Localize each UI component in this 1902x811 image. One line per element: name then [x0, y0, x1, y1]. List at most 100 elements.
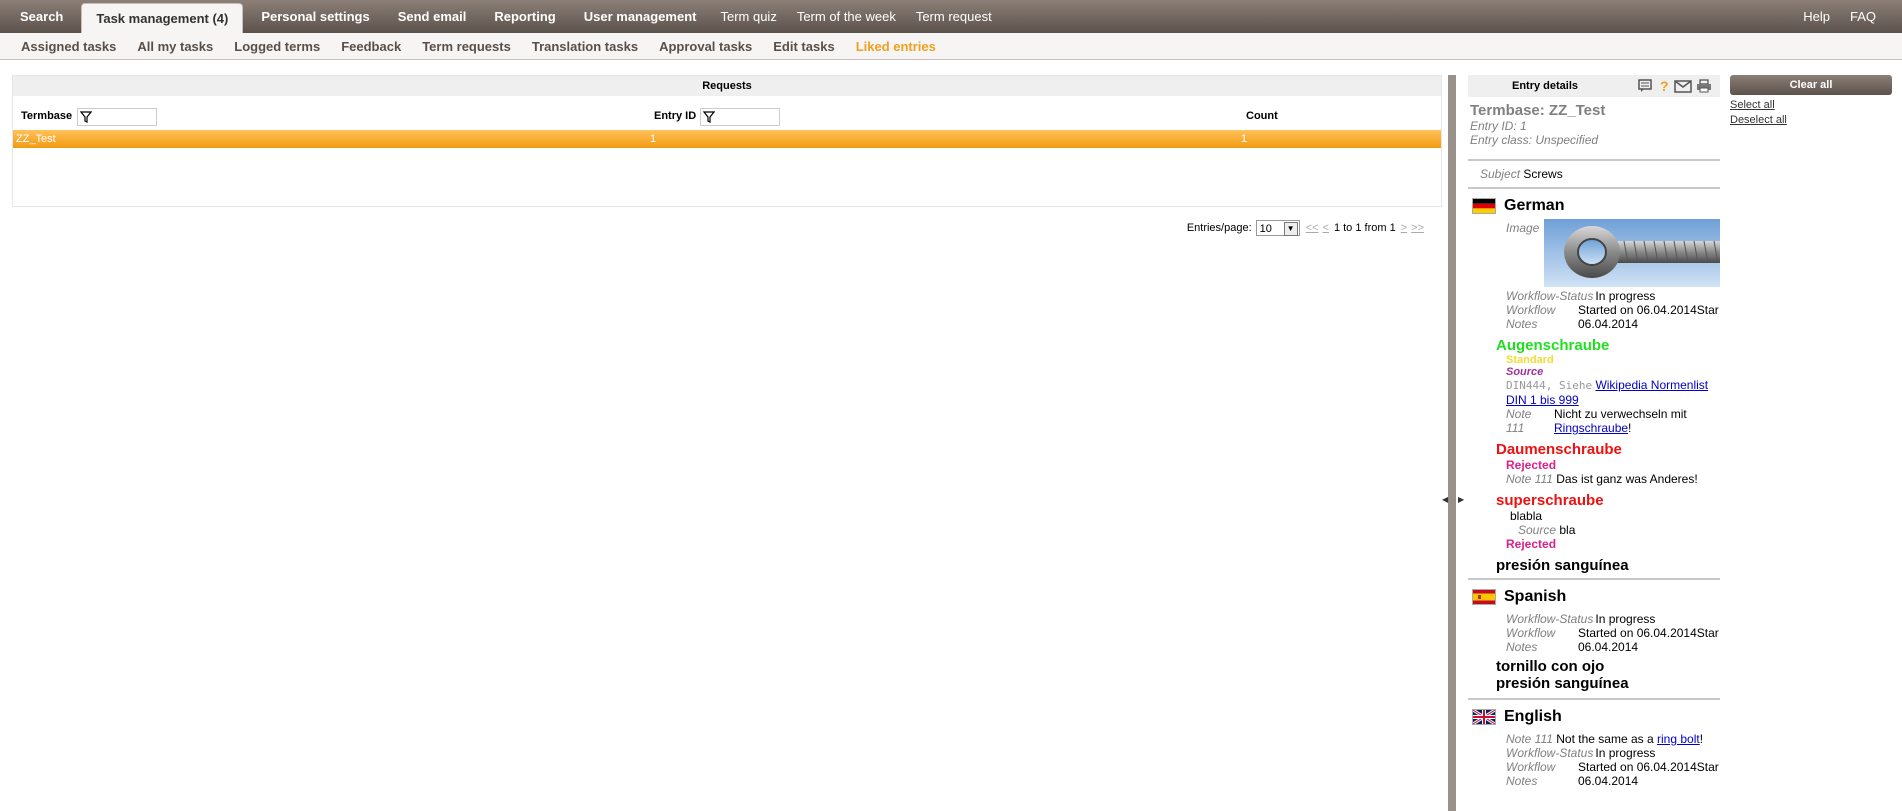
workflow-label: Workflow — [1506, 303, 1556, 317]
note-value: Das ist ganz was Anderes! — [1556, 472, 1698, 486]
subject-line: Subject Screws — [1468, 167, 1720, 181]
select-all-link[interactable]: Select all — [1730, 99, 1775, 111]
link-term-quiz[interactable]: Term quiz — [710, 0, 786, 33]
wikipedia-link[interactable]: Wikipedia Normenlist — [1595, 378, 1708, 392]
entry-id-filter-input[interactable] — [700, 108, 780, 126]
subtab-edit-tasks[interactable]: Edit tasks — [762, 39, 844, 54]
note-value: Not the same as a — [1556, 732, 1654, 746]
link-faq[interactable]: FAQ — [1840, 0, 1902, 33]
collapse-right-icon[interactable]: ▶ — [1458, 495, 1464, 504]
workflow-label: Workflow — [1506, 626, 1556, 640]
term-tornillo-con-ojo[interactable]: tornillo con ojo — [1468, 658, 1720, 675]
ring-bolt-link[interactable]: ring bolt — [1657, 732, 1700, 746]
clear-all-button[interactable]: Clear all — [1730, 75, 1892, 95]
tab-user-management[interactable]: User management — [570, 0, 711, 33]
term-presion-sanguinea[interactable]: presión sanguínea — [1468, 675, 1720, 692]
divider — [1468, 698, 1720, 700]
workflow-status-label: Workflow-Status — [1506, 612, 1594, 626]
link-term-request[interactable]: Term request — [906, 0, 1002, 33]
workflow-status-value: In progress — [1595, 289, 1656, 303]
subtab-approval-tasks[interactable]: Approval tasks — [648, 39, 762, 54]
spanish-flag-icon — [1472, 589, 1496, 605]
term-superschraube[interactable]: superschraube — [1468, 492, 1720, 509]
svg-text:?: ? — [1660, 79, 1669, 93]
subtab-translation-tasks[interactable]: Translation tasks — [521, 39, 648, 54]
note-line: Note Nicht zu verwechseln mit — [1468, 407, 1720, 421]
source-line-2: DIN 1 bis 999 — [1468, 393, 1720, 407]
workflow-value: Started on 06.04.2014Star — [1578, 303, 1719, 317]
english-flag-icon — [1472, 709, 1496, 725]
link-term-of-the-week[interactable]: Term of the week — [787, 0, 906, 33]
image-row: Image — [1468, 219, 1720, 289]
language-english: English — [1468, 708, 1720, 726]
notes-label: Notes — [1506, 317, 1538, 331]
note-value: Nicht zu verwechseln mit — [1554, 407, 1687, 421]
termbase-name: Termbase: ZZ_Test — [1470, 102, 1606, 119]
source-label: Source — [1518, 523, 1557, 537]
first-page-link[interactable]: << — [1306, 222, 1319, 234]
term-daumenschraube[interactable]: Daumenschraube — [1468, 441, 1720, 458]
filter-icon[interactable] — [80, 111, 92, 123]
tab-search[interactable]: Search — [0, 0, 77, 33]
ringschraube-link[interactable]: Ringschraube — [1554, 421, 1628, 435]
requests-header-row: Termbase Entry ID Count — [13, 96, 1441, 126]
workflow-label: Workflow — [1506, 760, 1556, 774]
notes-line: Notes 06.04.2014 — [1468, 774, 1720, 788]
print-icon[interactable] — [1696, 79, 1712, 93]
next-page-link[interactable]: > — [1401, 222, 1407, 234]
din-link[interactable]: DIN 1 bis 999 — [1506, 393, 1579, 407]
chevron-down-icon[interactable]: ▼ — [1283, 222, 1298, 236]
email-icon[interactable] — [1674, 79, 1692, 93]
notes-value: 06.04.2014 — [1578, 774, 1639, 788]
term-augenschraube[interactable]: Augenschraube — [1468, 337, 1720, 354]
tab-task-management[interactable]: Task management (4) — [81, 3, 244, 33]
german-flag-icon — [1472, 198, 1496, 214]
filter-icon[interactable] — [703, 111, 715, 123]
workflow-status-line: Workflow-Status In progress — [1468, 612, 1720, 626]
eye-bolt-image — [1544, 219, 1720, 287]
collapse-left-icon[interactable]: ◀ — [1442, 495, 1448, 504]
note-end: ! — [1699, 732, 1704, 746]
subject-label: Subject — [1480, 167, 1521, 181]
subtab-assigned-tasks[interactable]: Assigned tasks — [0, 39, 126, 54]
panel-splitter[interactable]: ◀ ▶ — [1442, 75, 1464, 811]
last-page-link[interactable]: >> — [1411, 222, 1424, 234]
entry-details-panel: Entry details ? Termbase: ZZ_Test Entry … — [1468, 75, 1720, 811]
source-text: DIN444, Siehe — [1506, 379, 1593, 392]
comment-icon[interactable] — [1638, 79, 1654, 93]
notes-line: Notes 06.04.2014 — [1468, 640, 1720, 654]
note-line-2: 111 Ringschraube! — [1468, 421, 1720, 435]
tab-send-email[interactable]: Send email — [384, 0, 481, 33]
tab-personal-settings[interactable]: Personal settings — [247, 0, 383, 33]
note-number: 111 — [1506, 421, 1525, 435]
notes-label: Notes — [1506, 640, 1538, 654]
help-icon[interactable]: ? — [1658, 79, 1670, 93]
entries-per-page-select[interactable]: 10 ▼ — [1255, 220, 1300, 236]
notes-line: Notes 06.04.2014 — [1468, 317, 1720, 331]
workflow-line: Workflow Started on 06.04.2014Star — [1468, 303, 1720, 317]
subtab-feedback[interactable]: Feedback — [330, 39, 411, 54]
workflow-status-line: Workflow-Status In progress — [1468, 746, 1720, 760]
divider — [1468, 578, 1720, 580]
term-presion-sanguinea[interactable]: presión sanguínea — [1468, 557, 1720, 574]
pager: Entries/page: 10 ▼ << < 1 to 1 from 1 > … — [1187, 220, 1426, 236]
termbase-filter-input[interactable] — [77, 108, 157, 126]
workflow-status-value: In progress — [1595, 746, 1656, 760]
subtab-liked-entries[interactable]: Liked entries — [845, 39, 946, 54]
link-help[interactable]: Help — [1793, 0, 1840, 33]
subtab-logged-terms[interactable]: Logged terms — [223, 39, 330, 54]
deselect-all-link[interactable]: Deselect all — [1730, 114, 1787, 126]
image-label: Image — [1506, 221, 1540, 235]
tab-reporting[interactable]: Reporting — [480, 0, 569, 33]
subtab-all-my-tasks[interactable]: All my tasks — [126, 39, 223, 54]
cell-count: 1 — [1241, 133, 1248, 145]
subtab-term-requests[interactable]: Term requests — [411, 39, 521, 54]
divider — [1468, 159, 1720, 161]
language-german: German — [1468, 197, 1720, 215]
details-toolbar: ? — [1638, 79, 1712, 93]
table-row[interactable]: ZZ_Test 1 1 — [13, 130, 1441, 148]
prev-page-link[interactable]: < — [1323, 222, 1329, 234]
workflow-value: Started on 06.04.2014Star — [1578, 626, 1719, 640]
source-value: bla — [1559, 523, 1576, 537]
language-name: Spanish — [1504, 588, 1567, 605]
